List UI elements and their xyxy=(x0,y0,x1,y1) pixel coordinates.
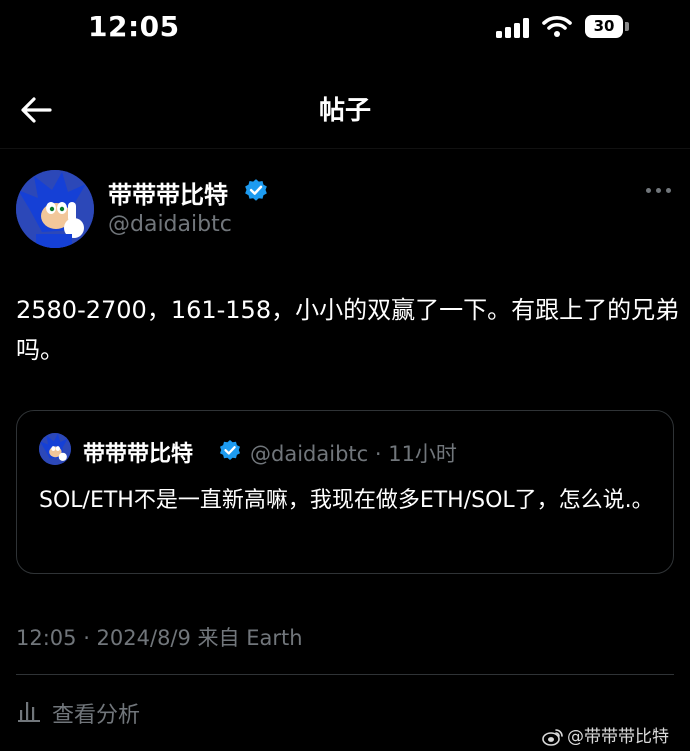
verified-badge-icon xyxy=(245,179,267,201)
author-handle[interactable]: @daidaibtc xyxy=(108,212,232,237)
status-bar: 12:05 30 xyxy=(0,0,690,56)
divider xyxy=(0,148,690,149)
verified-badge-icon xyxy=(220,440,240,460)
status-time: 12:05 xyxy=(88,10,180,43)
signal-icon xyxy=(496,18,532,38)
quoted-post[interactable]: 带带带比特 @daidaibtc · 11小时 SOL/ETH不是一直新高嘛，我… xyxy=(16,410,674,574)
top-nav: 帖子 xyxy=(0,70,690,148)
avatar-image xyxy=(16,170,94,248)
post-timestamp: 12:05 · 2024/8/9 来自 Earth xyxy=(16,626,303,650)
quote-text: SOL/ETH不是一直新高嘛，我现在做多ETH/SOL了，怎么说.。 xyxy=(39,488,654,513)
quote-avatar xyxy=(39,433,71,465)
watermark: @带带带比特 xyxy=(542,722,669,747)
analytics-bar-icon[interactable] xyxy=(18,700,42,722)
quote-meta: @daidaibtc · 11小时 xyxy=(250,442,457,466)
quote-avatar-image xyxy=(39,433,71,465)
author-name[interactable]: 带带带比特 xyxy=(108,175,228,210)
avatar[interactable] xyxy=(16,170,94,248)
wifi-icon xyxy=(542,16,572,37)
view-analytics-link[interactable]: 查看分析 xyxy=(52,697,140,729)
battery-icon: 30 xyxy=(585,15,623,38)
page-title: 帖子 xyxy=(318,96,371,126)
divider xyxy=(16,674,674,675)
weibo-logo-icon xyxy=(542,729,563,746)
post-text: 2580-2700，161-158，小小的双赢了一下。有跟上了的兄弟吗。 xyxy=(16,296,680,364)
quote-author-name: 带带带比特 xyxy=(83,442,194,467)
watermark-text: @带带带比特 xyxy=(567,727,669,747)
more-options-icon[interactable] xyxy=(644,180,674,200)
battery-tip xyxy=(625,22,629,31)
